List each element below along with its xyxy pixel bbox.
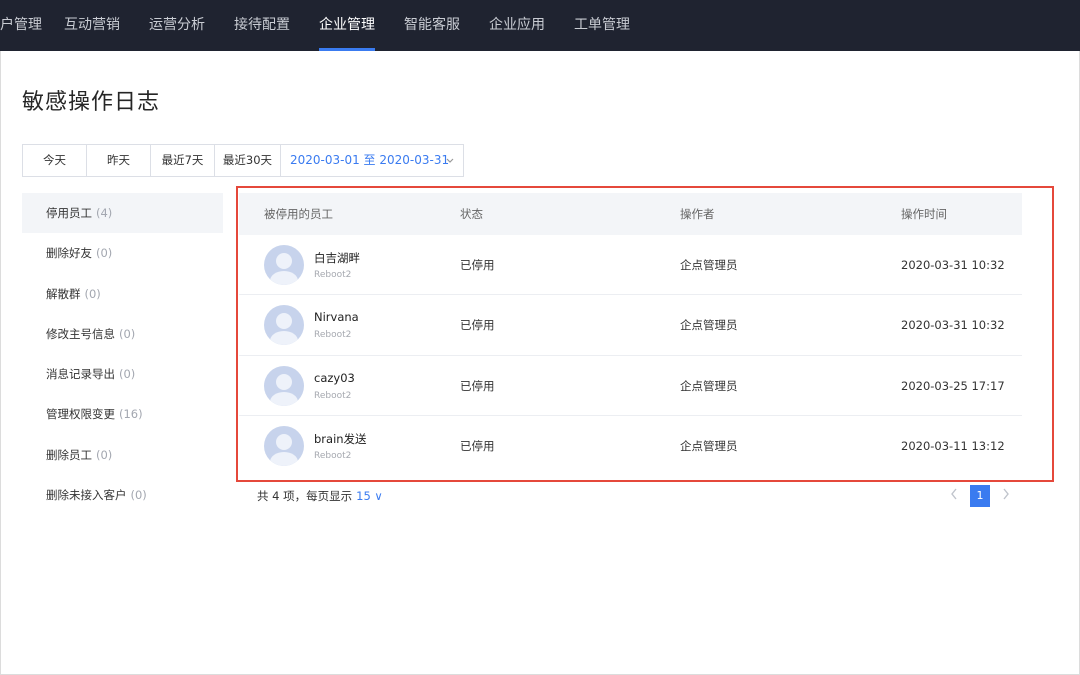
highlight-annotation-box: [236, 186, 1054, 482]
top-nav: 户管理 互动营销 运营分析 接待配置 企业管理 智能客服 企业应用 工单管理: [0, 0, 1080, 51]
pagination-summary: 共 4 项，每页显示 15 ∨: [257, 488, 383, 504]
category-item-disabled-staff[interactable]: 停用员工 (4): [22, 193, 223, 234]
date-range-selector: 今天 昨天 最近7天 最近30天 2020-03-01 至 2020-03-31: [22, 144, 464, 177]
range-yesterday-button[interactable]: 昨天: [87, 145, 151, 176]
category-count: (4): [96, 206, 113, 220]
category-count: (0): [84, 286, 101, 301]
total-count-text: 共 4 项，每页显示: [257, 489, 353, 503]
chevron-right-icon[interactable]: [995, 487, 1017, 505]
category-item-dissolve-group[interactable]: 解散群 (0): [22, 274, 223, 314]
nav-item-marketing[interactable]: 互动营销: [64, 0, 120, 51]
nav-item-analytics[interactable]: 运营分析: [149, 0, 205, 51]
nav-item-reception[interactable]: 接待配置: [234, 0, 290, 51]
category-count: (0): [119, 367, 136, 382]
date-range-value: 2020-03-01 至 2020-03-31: [290, 153, 450, 167]
nav-item-apps[interactable]: 企业应用: [489, 0, 545, 51]
category-item-edit-main-account[interactable]: 修改主号信息 (0): [22, 314, 223, 354]
category-label: 消息记录导出: [46, 367, 115, 382]
category-item-delete-staff[interactable]: 删除员工 (0): [22, 435, 223, 475]
category-label: 删除未接入客户: [46, 488, 127, 503]
category-label: 修改主号信息: [46, 326, 115, 341]
category-label: 停用员工: [46, 206, 92, 220]
pagination: 1: [943, 485, 1017, 507]
category-count: (0): [119, 326, 136, 341]
category-item-delete-friend[interactable]: 删除好友 (0): [22, 233, 223, 273]
nav-item-enterprise-mgmt[interactable]: 企业管理: [319, 0, 375, 51]
nav-item-smart-service[interactable]: 智能客服: [404, 0, 460, 51]
category-count: (0): [130, 488, 147, 503]
category-label: 删除员工: [46, 447, 92, 462]
category-label: 管理权限变更: [46, 407, 115, 422]
range-7days-button[interactable]: 最近7天: [151, 145, 215, 176]
category-item-permission-change[interactable]: 管理权限变更 (16): [22, 394, 223, 434]
category-count: (16): [119, 407, 143, 422]
category-item-export-messages[interactable]: 消息记录导出 (0): [22, 354, 223, 394]
category-label: 解散群: [46, 286, 81, 301]
nav-item-tickets[interactable]: 工单管理: [574, 0, 630, 51]
page-size-select[interactable]: 15 ∨: [356, 489, 383, 503]
nav-item-customer-mgmt[interactable]: 户管理: [0, 0, 42, 51]
log-category-list: 停用员工 (4) 删除好友 (0) 解散群 (0) 修改主号信息 (0) 消息记录导出(…: [22, 193, 223, 515]
page-title: 敏感操作日志: [22, 90, 161, 115]
chevron-down-icon: [445, 145, 455, 188]
category-count: (0): [96, 246, 113, 261]
category-item-delete-unlinked-customer[interactable]: 删除未接入客户 (0): [22, 475, 223, 515]
chevron-left-icon[interactable]: [943, 487, 965, 505]
category-count: (0): [96, 447, 113, 462]
date-range-picker[interactable]: 2020-03-01 至 2020-03-31: [281, 145, 463, 176]
category-label: 删除好友: [46, 246, 92, 261]
page-number-button[interactable]: 1: [970, 485, 990, 507]
range-today-button[interactable]: 今天: [23, 145, 87, 176]
range-30days-button[interactable]: 最近30天: [215, 145, 281, 176]
